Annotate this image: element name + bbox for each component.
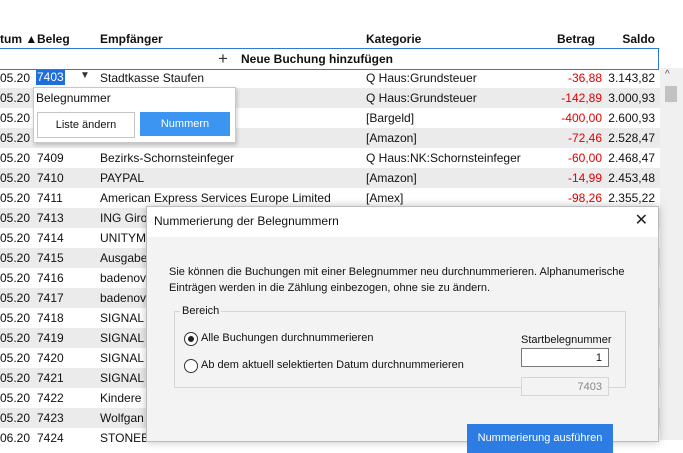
cell-saldo: 3.000,93 (608, 91, 655, 105)
plus-icon: + (218, 49, 228, 68)
dialog-body: Sie können die Buchungen mit einer Beleg… (147, 237, 658, 453)
cell-date: 05.20 (0, 351, 31, 365)
cell-date: 05.20 (0, 271, 31, 285)
range-group-title: Bereich (180, 305, 222, 317)
cell-saldo: 2.453,48 (608, 171, 655, 185)
cell-date: 05.20 (0, 191, 31, 205)
cell-kategorie: [Amazon] (366, 131, 417, 145)
cell-beleg: 7419 (37, 331, 64, 345)
cell-beleg: 7421 (37, 371, 64, 385)
cell-date: 05.20 (0, 411, 31, 425)
cell-empfaenger: PAYPAL (100, 171, 145, 185)
column-beleg[interactable]: Beleg (37, 32, 70, 46)
cell-kategorie: Q Haus:NK:Schornsteinfeger (366, 151, 521, 165)
radio-from-date-label[interactable]: Ab dem aktuell selektierten Datum durchn… (201, 359, 464, 371)
cell-beleg: 7410 (37, 171, 64, 185)
cell-date: 05.20 (0, 91, 31, 105)
cell-beleg: 7420 (37, 351, 64, 365)
cell-beleg: 7417 (37, 291, 64, 305)
column-kategorie[interactable]: Kategorie (366, 32, 421, 46)
cell-date: 05.20 (0, 331, 31, 345)
cell-beleg: 7414 (37, 231, 64, 245)
table-row[interactable]: 05.20 7409 Bezirks-Schornsteinfeger Q Haus:… (0, 148, 660, 168)
beleg-edit-input[interactable]: 7403 (36, 70, 65, 85)
radio-all-bookings[interactable] (184, 332, 198, 346)
start-number-input[interactable]: 1 (521, 348, 609, 367)
vertical-scrollbar[interactable]: ^ (660, 68, 683, 440)
beleg-editor: 7403 ▼ (0, 68, 100, 88)
cell-betrag: -60,00 (567, 151, 602, 165)
cell-beleg: 7411 (37, 191, 63, 205)
cell-kategorie: [Amex] (366, 191, 404, 205)
execute-numbering-button[interactable]: Nummerierung ausführen (467, 424, 613, 453)
cell-date: 05.20 (0, 231, 31, 245)
cell-date: 05.20 (0, 131, 31, 145)
cell-beleg: 7409 (37, 151, 64, 165)
column-datum[interactable]: tum ▲ (0, 32, 37, 46)
cell-saldo: 3.143,82 (608, 71, 655, 85)
date-number-field: 7403 (521, 377, 609, 396)
column-empfaenger[interactable]: Empfänger (100, 32, 163, 46)
cell-saldo: 2.528,47 (608, 131, 655, 145)
cell-date: 06.20 (0, 431, 31, 445)
beleg-popup: Belegnummer Liste ändern Nummern (33, 87, 236, 143)
radio-all-label[interactable]: Alle Buchungen durchnummerieren (201, 332, 373, 344)
cell-date: 05.20 (0, 151, 31, 165)
cell-betrag: -72,46 (567, 131, 602, 145)
cell-beleg: 7423 (37, 411, 64, 425)
scroll-thumb[interactable] (665, 86, 677, 102)
cell-beleg: 7424 (37, 431, 64, 445)
cell-kategorie: Q Haus:Grundsteuer (366, 91, 477, 105)
new-booking-row[interactable]: + Neue Buchung hinzufügen (0, 48, 659, 70)
cell-date: 05.20 (0, 311, 31, 325)
radio-from-date[interactable] (184, 359, 198, 373)
cell-betrag: -36,88 (567, 71, 602, 85)
cell-beleg: 7418 (37, 311, 64, 325)
cell-date: 05.20 (0, 211, 31, 225)
cell-date: 05.20 (0, 171, 31, 185)
cell-saldo: 2.468,47 (608, 151, 655, 165)
cell-kategorie: Q Haus:Grundsteuer (366, 71, 477, 85)
cell-beleg: 7413 (37, 211, 64, 225)
popup-title: Belegnummer (36, 91, 111, 105)
cell-date: 05.20 (0, 391, 31, 405)
column-saldo[interactable]: Saldo (622, 32, 655, 46)
start-number-label: Startbelegnummer (521, 334, 612, 346)
change-list-button[interactable]: Liste ändern (37, 112, 135, 138)
cell-kategorie: [Bargeld] (366, 111, 415, 125)
cell-date: 05.20 (0, 251, 31, 265)
cell-empfaenger: American Express Services Europe Limited (100, 191, 331, 205)
numbering-dialog: Nummerierung der Belegnummern ✕ Sie könn… (146, 206, 659, 453)
cell-betrag: -142,89 (561, 91, 602, 105)
dialog-title: Nummerierung der Belegnummern (154, 214, 339, 228)
cell-betrag: -98,26 (567, 191, 602, 205)
cell-beleg: 7415 (37, 251, 64, 265)
column-header-row: tum ▲ Beleg Empfänger Kategorie Betrag S… (0, 28, 660, 49)
cell-beleg: 7416 (37, 271, 64, 285)
close-icon[interactable]: ✕ (635, 210, 648, 230)
cell-saldo: 2.355,22 (608, 191, 655, 205)
cell-kategorie: [Amazon] (366, 171, 417, 185)
cell-beleg: 7422 (37, 391, 64, 405)
new-booking-label: Neue Buchung hinzufügen (241, 52, 393, 66)
cell-empfaenger: Bezirks-Schornsteinfeger (100, 151, 235, 165)
cell-betrag: -400,00 (561, 111, 602, 125)
cell-betrag: -14,99 (567, 171, 602, 185)
dialog-description: Sie können die Buchungen mit einer Beleg… (169, 266, 625, 294)
cell-empfaenger: Stadtkasse Staufen (100, 71, 205, 85)
cell-date: 05.20 (0, 111, 31, 125)
column-betrag[interactable]: Betrag (557, 32, 595, 46)
cell-date: 05.20 (0, 371, 31, 385)
scroll-up-icon[interactable]: ^ (665, 69, 670, 80)
chevron-down-icon[interactable]: ▼ (80, 70, 90, 81)
numbers-button[interactable]: Nummern (140, 112, 230, 136)
cell-saldo: 2.600,93 (608, 111, 655, 125)
cell-date: 05.20 (0, 291, 31, 305)
table-row[interactable]: 05.20 7410 PAYPAL [Amazon] -14,99 2.453,48 (0, 168, 660, 188)
